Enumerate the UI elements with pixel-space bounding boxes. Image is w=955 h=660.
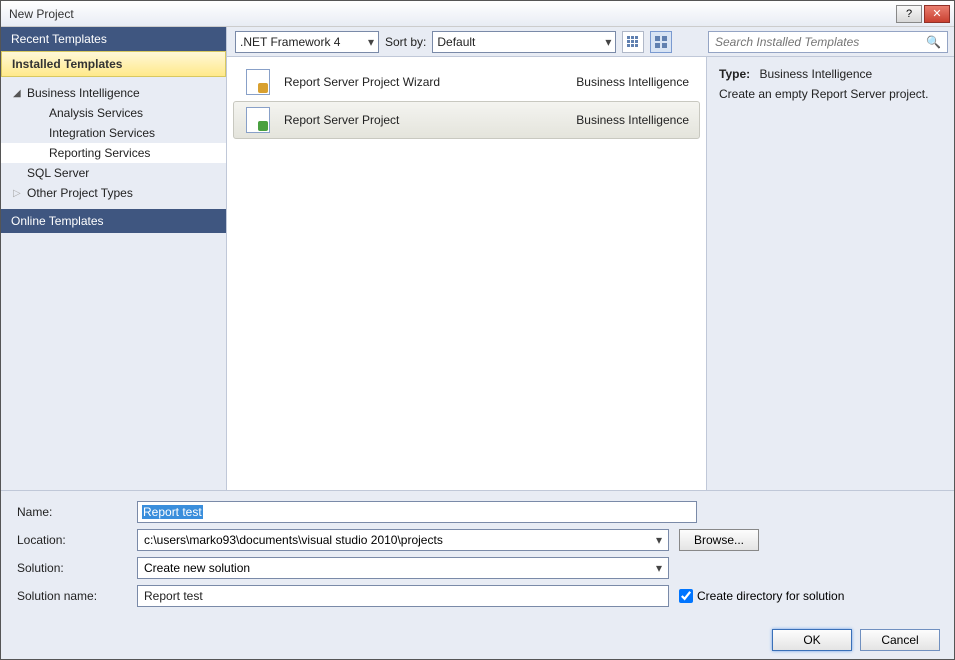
tree-node-integration-services[interactable]: Integration Services <box>1 123 226 143</box>
grid-small-icon <box>626 35 640 49</box>
title-bar: New Project ? ✕ <box>1 1 954 27</box>
search-input[interactable] <box>715 35 926 49</box>
template-item-report-server-project[interactable]: Report Server Project Business Intellige… <box>233 101 700 139</box>
expander-icon[interactable]: ◢ <box>13 88 23 99</box>
form-area: Name: Report test Location: c:\users\mar… <box>1 490 954 621</box>
template-category: Business Intelligence <box>576 75 689 89</box>
ok-button[interactable]: OK <box>772 629 852 651</box>
sidebar: Recent Templates Installed Templates ◢Bu… <box>1 27 227 490</box>
framework-value: .NET Framework 4 <box>240 35 340 49</box>
create-directory-checkbox[interactable]: Create directory for solution <box>679 589 844 603</box>
solution-label: Solution: <box>17 561 127 575</box>
chevron-down-icon: ▾ <box>656 533 662 547</box>
view-small-icons-button[interactable] <box>622 31 644 53</box>
sort-value: Default <box>437 35 475 49</box>
sidebar-installed-templates[interactable]: Installed Templates <box>1 51 226 77</box>
template-name: Report Server Project <box>284 113 564 127</box>
detail-type-label: Type: <box>719 67 750 81</box>
location-dropdown[interactable]: c:\users\marko93\documents\visual studio… <box>137 529 669 551</box>
report-wizard-icon <box>244 68 272 96</box>
detail-type-value: Business Intelligence <box>759 67 872 81</box>
detail-description: Create an empty Report Server project. <box>719 87 942 101</box>
create-directory-label: Create directory for solution <box>697 589 844 603</box>
template-item-report-server-project-wizard[interactable]: Report Server Project Wizard Business In… <box>233 63 700 101</box>
cancel-button[interactable]: Cancel <box>860 629 940 651</box>
dialog-footer: OK Cancel <box>1 621 954 659</box>
detail-pane: Type: Business Intelligence Create an em… <box>706 57 954 490</box>
tree-node-other-project-types[interactable]: ▷Other Project Types <box>1 183 226 203</box>
sidebar-online-templates[interactable]: Online Templates <box>1 209 226 233</box>
create-directory-check-input[interactable] <box>679 589 693 603</box>
tree-node-business-intelligence[interactable]: ◢Business Intelligence <box>1 83 226 103</box>
name-input[interactable]: Report test <box>137 501 697 523</box>
location-value: c:\users\marko93\documents\visual studio… <box>144 533 443 547</box>
sort-dropdown[interactable]: Default ▾ <box>432 31 616 53</box>
report-project-icon <box>244 106 272 134</box>
solution-name-label: Solution name: <box>17 589 127 603</box>
template-tree: ◢Business Intelligence Analysis Services… <box>1 77 226 209</box>
view-medium-icons-button[interactable] <box>650 31 672 53</box>
browse-button[interactable]: Browse... <box>679 529 759 551</box>
solution-dropdown[interactable]: Create new solution ▾ <box>137 557 669 579</box>
location-label: Location: <box>17 533 127 547</box>
help-button[interactable]: ? <box>896 5 922 23</box>
solution-value: Create new solution <box>144 561 250 575</box>
tree-node-reporting-services[interactable]: Reporting Services <box>1 143 226 163</box>
chevron-down-icon: ▾ <box>362 35 374 49</box>
sidebar-recent-templates[interactable]: Recent Templates <box>1 27 226 51</box>
framework-dropdown[interactable]: .NET Framework 4 ▾ <box>235 31 379 53</box>
window-title: New Project <box>9 7 894 21</box>
template-name: Report Server Project Wizard <box>284 75 564 89</box>
close-button[interactable]: ✕ <box>924 5 950 23</box>
tree-node-sql-server[interactable]: SQL Server <box>1 163 226 183</box>
solution-name-input[interactable] <box>137 585 669 607</box>
name-label: Name: <box>17 505 127 519</box>
tree-node-analysis-services[interactable]: Analysis Services <box>1 103 226 123</box>
template-category: Business Intelligence <box>576 113 689 127</box>
grid-medium-icon <box>654 35 668 49</box>
template-list: Report Server Project Wizard Business In… <box>227 57 706 490</box>
chevron-down-icon: ▾ <box>656 561 662 575</box>
expander-icon[interactable]: ▷ <box>13 188 23 199</box>
search-box[interactable]: 🔍 <box>708 31 948 53</box>
sort-by-label: Sort by: <box>385 35 426 49</box>
search-icon: 🔍 <box>926 35 941 49</box>
chevron-down-icon: ▾ <box>599 35 611 49</box>
